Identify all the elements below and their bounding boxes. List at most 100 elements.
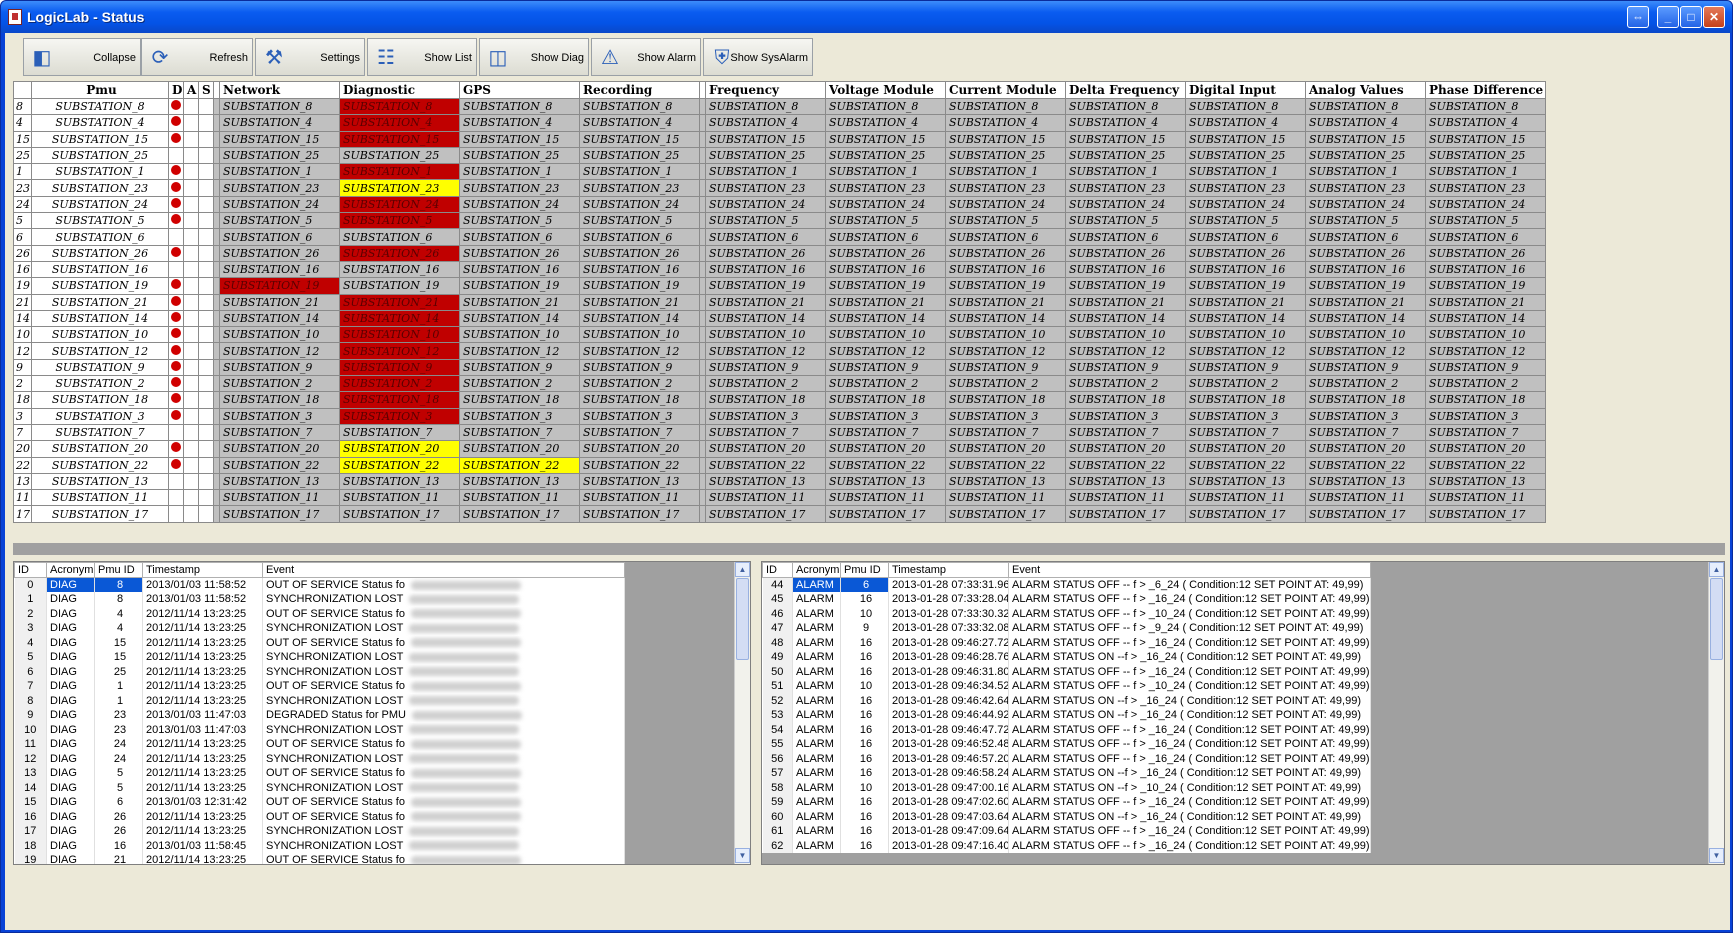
status-cell-gps[interactable]: SUBSTATION_1 xyxy=(459,163,580,181)
status-cell-gps[interactable]: SUBSTATION_26 xyxy=(459,244,580,262)
status-cell-volt[interactable]: SUBSTATION_24 xyxy=(825,195,946,214)
status-cell-dfreq[interactable]: SUBSTATION_14 xyxy=(1065,309,1186,328)
table-row[interactable]: 17 SUBSTATION_17 SUBSTATION_17 SUBSTATION_1… xyxy=(13,505,1666,523)
log-row[interactable]: 11 DIAG 24 2012/11/14 13:23:25 OUT OF SERVIC… xyxy=(14,737,625,752)
status-cell-net[interactable]: SUBSTATION_10 xyxy=(219,326,340,344)
status-cell-din[interactable]: SUBSTATION_3 xyxy=(1185,407,1306,425)
status-cell-phase[interactable]: SUBSTATION_4 xyxy=(1425,114,1546,132)
status-cell-rec[interactable]: SUBSTATION_7 xyxy=(579,423,700,442)
status-cell-gps[interactable]: SUBSTATION_15 xyxy=(459,130,580,148)
status-cell-analog[interactable]: SUBSTATION_23 xyxy=(1305,179,1426,197)
status-cell-gps[interactable]: SUBSTATION_20 xyxy=(459,440,580,458)
status-cell-freq[interactable]: SUBSTATION_5 xyxy=(705,212,826,230)
status-cell-phase[interactable]: SUBSTATION_22 xyxy=(1425,456,1546,474)
status-cell-rec[interactable]: SUBSTATION_24 xyxy=(579,195,700,214)
table-row[interactable]: 5 SUBSTATION_5 SUBSTATION_5 SUBSTATION_5 SUB… xyxy=(13,212,1666,230)
column-header-diagnostic[interactable]: Diagnostic xyxy=(339,81,460,99)
column-header-network[interactable]: Network xyxy=(219,81,340,99)
log-row[interactable]: 8 DIAG 1 2012/11/14 13:23:25 SYNCHRONIZATION… xyxy=(14,693,625,708)
status-cell-curr[interactable]: SUBSTATION_5 xyxy=(945,212,1066,230)
status-cell-volt[interactable]: SUBSTATION_16 xyxy=(825,260,946,279)
status-cell-din[interactable]: SUBSTATION_15 xyxy=(1185,130,1306,148)
status-cell-volt[interactable]: SUBSTATION_4 xyxy=(825,114,946,132)
status-cell-din[interactable]: SUBSTATION_17 xyxy=(1185,505,1306,523)
status-cell-diag[interactable]: SUBSTATION_13 xyxy=(339,472,460,491)
table-row[interactable]: 13 SUBSTATION_13 SUBSTATION_13 SUBSTATION_1… xyxy=(13,472,1666,491)
status-cell-gps[interactable]: SUBSTATION_5 xyxy=(459,212,580,230)
status-cell-dfreq[interactable]: SUBSTATION_4 xyxy=(1065,114,1186,132)
status-cell-diag[interactable]: SUBSTATION_7 xyxy=(339,423,460,442)
status-cell-freq[interactable]: SUBSTATION_26 xyxy=(705,244,826,262)
log-column-header[interactable]: ID xyxy=(762,562,793,578)
log-row[interactable]: 13 DIAG 5 2012/11/14 13:23:25 OUT OF SERVICE… xyxy=(14,766,625,781)
status-cell-rec[interactable]: SUBSTATION_22 xyxy=(579,456,700,474)
log-row[interactable]: 48 ALARM 16 2013-01-28 09:46:27.720 ALARM ST… xyxy=(762,635,1371,650)
status-cell-freq[interactable]: SUBSTATION_20 xyxy=(705,440,826,458)
status-cell-gps[interactable]: SUBSTATION_18 xyxy=(459,391,580,409)
status-cell-curr[interactable]: SUBSTATION_11 xyxy=(945,489,1066,507)
status-cell-dfreq[interactable]: SUBSTATION_9 xyxy=(1065,358,1186,377)
log-row[interactable]: 58 ALARM 10 2013-01-28 09:47:00.160 ALARM ST… xyxy=(762,780,1371,795)
status-cell-freq[interactable]: SUBSTATION_8 xyxy=(705,97,826,116)
status-cell-gps[interactable]: SUBSTATION_2 xyxy=(459,375,580,393)
minimize-button[interactable]: _ xyxy=(1657,6,1679,28)
status-cell-curr[interactable]: SUBSTATION_26 xyxy=(945,244,1066,262)
status-cell-din[interactable]: SUBSTATION_9 xyxy=(1185,358,1306,377)
status-cell-gps[interactable]: SUBSTATION_7 xyxy=(459,423,580,442)
log-row[interactable]: 15 DIAG 6 2013/01/03 12:31:42 OUT OF SERVICE… xyxy=(14,795,625,810)
status-cell-din[interactable]: SUBSTATION_4 xyxy=(1185,114,1306,132)
log-row[interactable]: 16 DIAG 26 2012/11/14 13:23:25 OUT OF SERVIC… xyxy=(14,809,625,824)
status-cell-freq[interactable]: SUBSTATION_11 xyxy=(705,489,826,507)
status-cell-phase[interactable]: SUBSTATION_11 xyxy=(1425,489,1546,507)
status-cell-net[interactable]: SUBSTATION_5 xyxy=(219,212,340,230)
status-cell-rec[interactable]: SUBSTATION_14 xyxy=(579,309,700,328)
status-cell-curr[interactable]: SUBSTATION_17 xyxy=(945,505,1066,523)
status-cell-din[interactable]: SUBSTATION_21 xyxy=(1185,293,1306,311)
status-cell-curr[interactable]: SUBSTATION_24 xyxy=(945,195,1066,214)
status-cell-diag[interactable]: SUBSTATION_24 xyxy=(339,195,460,214)
status-cell-dfreq[interactable]: SUBSTATION_10 xyxy=(1065,326,1186,344)
status-cell-rec[interactable]: SUBSTATION_26 xyxy=(579,244,700,262)
status-cell-curr[interactable]: SUBSTATION_16 xyxy=(945,260,1066,279)
status-cell-net[interactable]: SUBSTATION_11 xyxy=(219,489,340,507)
status-cell-analog[interactable]: SUBSTATION_5 xyxy=(1305,212,1426,230)
status-cell-rec[interactable]: SUBSTATION_16 xyxy=(579,260,700,279)
status-cell-net[interactable]: SUBSTATION_2 xyxy=(219,375,340,393)
status-cell-net[interactable]: SUBSTATION_24 xyxy=(219,195,340,214)
log-column-header[interactable]: Event xyxy=(262,562,625,578)
status-cell-dfreq[interactable]: SUBSTATION_22 xyxy=(1065,456,1186,474)
status-cell-curr[interactable]: SUBSTATION_13 xyxy=(945,472,1066,491)
table-row[interactable]: 20 SUBSTATION_20 SUBSTATION_20 SUBSTATION_2… xyxy=(13,440,1666,458)
status-cell-freq[interactable]: SUBSTATION_17 xyxy=(705,505,826,523)
status-cell-diag[interactable]: SUBSTATION_11 xyxy=(339,489,460,507)
log-row[interactable]: 57 ALARM 16 2013-01-28 09:46:58.240 ALARM ST… xyxy=(762,766,1371,781)
status-cell-rec[interactable]: SUBSTATION_19 xyxy=(579,277,700,295)
status-cell-diag[interactable]: SUBSTATION_2 xyxy=(339,375,460,393)
log-row[interactable]: 44 ALARM 6 2013-01-28 07:33:31.960 ALARM STA… xyxy=(762,577,1371,592)
status-cell-phase[interactable]: SUBSTATION_15 xyxy=(1425,130,1546,148)
status-cell-rec[interactable]: SUBSTATION_17 xyxy=(579,505,700,523)
log-row[interactable]: 14 DIAG 5 2012/11/14 13:23:25 SYNCHRONIZATIO… xyxy=(14,780,625,795)
status-cell-volt[interactable]: SUBSTATION_26 xyxy=(825,244,946,262)
status-cell-volt[interactable]: SUBSTATION_7 xyxy=(825,423,946,442)
scroll-up-icon[interactable]: ▲ xyxy=(1709,562,1724,577)
status-cell-freq[interactable]: SUBSTATION_21 xyxy=(705,293,826,311)
status-cell-volt[interactable]: SUBSTATION_11 xyxy=(825,489,946,507)
status-cell-phase[interactable]: SUBSTATION_12 xyxy=(1425,342,1546,360)
status-cell-analog[interactable]: SUBSTATION_12 xyxy=(1305,342,1426,360)
status-cell-gps[interactable]: SUBSTATION_16 xyxy=(459,260,580,279)
status-cell-volt[interactable]: SUBSTATION_14 xyxy=(825,309,946,328)
status-cell-phase[interactable]: SUBSTATION_16 xyxy=(1425,260,1546,279)
status-cell-phase[interactable]: SUBSTATION_10 xyxy=(1425,326,1546,344)
status-cell-dfreq[interactable]: SUBSTATION_18 xyxy=(1065,391,1186,409)
status-cell-rec[interactable]: SUBSTATION_4 xyxy=(579,114,700,132)
status-cell-freq[interactable]: SUBSTATION_18 xyxy=(705,391,826,409)
status-cell-diag[interactable]: SUBSTATION_25 xyxy=(339,146,460,165)
status-cell-freq[interactable]: SUBSTATION_14 xyxy=(705,309,826,328)
status-cell-gps[interactable]: SUBSTATION_12 xyxy=(459,342,580,360)
status-cell-freq[interactable]: SUBSTATION_12 xyxy=(705,342,826,360)
table-row[interactable]: 9 SUBSTATION_9 SUBSTATION_9 SUBSTATION_9 SUB… xyxy=(13,358,1666,377)
status-cell-net[interactable]: SUBSTATION_12 xyxy=(219,342,340,360)
status-cell-gps[interactable]: SUBSTATION_4 xyxy=(459,114,580,132)
status-cell-rec[interactable]: SUBSTATION_6 xyxy=(579,228,700,246)
